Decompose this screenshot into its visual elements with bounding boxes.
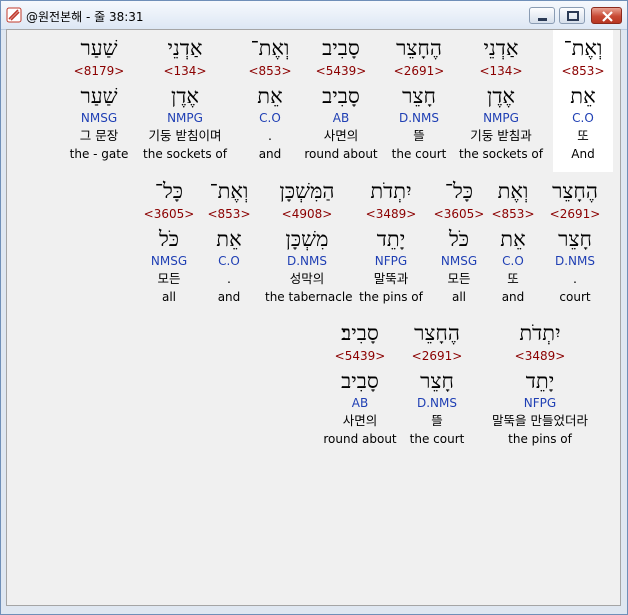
english-gloss: the - gate — [69, 147, 129, 161]
hebrew-word: יִתְדֹת — [519, 321, 561, 345]
morphology: D.NMS — [398, 111, 439, 125]
title-bar[interactable]: @원전본해 - 줄 38:31 — [1, 1, 627, 30]
korean-gloss: 사면의 — [342, 413, 378, 428]
strong-number[interactable]: <2691> — [395, 349, 479, 363]
morphology: D.NMS — [416, 396, 457, 410]
korean-gloss: 또 — [577, 128, 589, 143]
word-cell[interactable]: סָבִיב <5439> סָבִיב AB 사면의 round about — [299, 30, 383, 170]
maximize-icon — [567, 11, 579, 21]
hebrew-lemma: אֵת — [570, 84, 596, 108]
korean-gloss: 기둥 받침과 — [470, 128, 532, 143]
morphology: NFPG — [523, 396, 557, 410]
korean-gloss: 말뚝을 만들었더라 — [492, 413, 588, 428]
hebrew-lemma: חָצֵר — [420, 369, 454, 393]
english-gloss: the sockets of — [143, 147, 227, 161]
morphology: D.NMS — [554, 254, 595, 268]
close-icon — [602, 11, 613, 22]
hebrew-word: אַדְנֵי — [167, 36, 203, 60]
hebrew-word: הַמִּשְׁכָּן — [279, 179, 335, 203]
strong-number[interactable]: <8179> — [57, 64, 141, 78]
word-cell[interactable]: יִתְדֹת <3489> יָתֵד NFPG 말뚝을 만들었더라 the … — [475, 315, 605, 455]
app-window: @원전본해 - 줄 38:31 שַׁעַר <8179> שַׁעַר NMS… — [0, 0, 628, 615]
hebrew-lemma: חָצֵר — [558, 227, 592, 251]
strong-number[interactable]: <2691> — [377, 64, 461, 78]
word-cell[interactable]: שַׁעַר <8179> שַׁעַר NMSG 그 문장 the - gat… — [57, 30, 141, 170]
maximize-button[interactable] — [559, 7, 585, 24]
hebrew-word: סָבִיב — [322, 36, 360, 60]
word-cell[interactable]: אַדְנֵי <134> אֶדֶן NMPG 기둥 받침과 the sock… — [459, 30, 543, 170]
english-gloss: the pins of — [508, 432, 572, 446]
hebrew-lemma: אֶדֶן — [486, 84, 516, 108]
hebrew-word: אַדְנֵי — [483, 36, 519, 60]
hebrew-lemma: אֵת — [216, 227, 242, 251]
hebrew-lemma: אֶדֶן — [170, 84, 200, 108]
hebrew-lemma: סָבִיב — [341, 369, 379, 393]
english-gloss: the tabernacle — [265, 290, 353, 304]
english-gloss: round about — [304, 147, 378, 161]
minimize-icon — [538, 18, 547, 21]
hebrew-lemma: מִשְׁכָּן — [285, 227, 329, 251]
english-gloss: court — [559, 290, 591, 304]
hebrew-lemma: יָתֵד — [525, 369, 555, 393]
hebrew-word: הֶחָצֵר — [414, 321, 460, 345]
strong-number[interactable]: <3489> — [475, 349, 605, 363]
english-gloss: round about — [323, 432, 397, 446]
strong-number[interactable]: <853> — [187, 207, 271, 221]
english-gloss: And — [571, 147, 595, 161]
hebrew-word: סָבִיב׃ — [341, 321, 379, 345]
korean-gloss: 사면의 — [323, 128, 359, 143]
english-gloss: the sockets of — [459, 147, 543, 161]
morphology: AB — [332, 111, 350, 125]
morphology: NMPG — [167, 111, 203, 125]
morphology: AB — [351, 396, 369, 410]
word-cell[interactable]: וְאֶת־ <853> אֵת C.O . and — [187, 173, 271, 313]
hebrew-word: שַׁעַר — [80, 36, 118, 60]
word-cell[interactable]: הֶחָצֵר <2691> חָצֵר D.NMS 뜰 the court — [395, 315, 479, 455]
morphology: C.O — [572, 111, 594, 125]
hebrew-word: הֶחָצֵר — [552, 179, 598, 203]
morphology: NMSG — [80, 111, 118, 125]
word-cell[interactable]: הַמִּשְׁכָּן <4908> מִשְׁכָּן D.NMS 성막의 … — [265, 173, 353, 313]
korean-gloss: 뜰 — [431, 413, 443, 428]
hebrew-word: וְאֶת־ — [563, 36, 603, 60]
strong-number[interactable]: <134> — [459, 64, 543, 78]
korean-gloss: 뜰 — [413, 128, 425, 143]
korean-gloss: . — [573, 271, 577, 286]
korean-gloss: 기둥 받침이며 — [148, 128, 222, 143]
strong-number[interactable]: <4908> — [265, 207, 349, 221]
hebrew-lemma: שַׁעַר — [80, 84, 118, 108]
word-cell[interactable]: הֶחָצֵר <2691> חָצֵר D.NMS 뜰 the court — [377, 30, 461, 170]
app-icon — [6, 7, 22, 23]
morphology: C.O — [218, 254, 240, 268]
hebrew-lemma: סָבִיב — [322, 84, 360, 108]
morphology: D.NMS — [286, 254, 327, 268]
strong-number[interactable]: <5439> — [318, 349, 402, 363]
word-cell-selected[interactable]: וְאֶת־ <853> אֵת C.O 또 And — [553, 30, 613, 172]
english-gloss: and — [217, 290, 241, 304]
strong-number[interactable]: <2691> — [533, 207, 617, 221]
hebrew-word: הֶחָצֵר — [396, 36, 442, 60]
word-cell[interactable]: הֶחָצֵר <2691> חָצֵר D.NMS . court — [533, 173, 617, 313]
korean-gloss: 그 문장 — [79, 128, 119, 143]
hebrew-word: וְאֶת־ — [209, 179, 249, 203]
hebrew-lemma: חָצֵר — [402, 84, 436, 108]
strong-number[interactable]: <853> — [541, 64, 620, 78]
english-gloss: the court — [391, 147, 447, 161]
word-cell[interactable]: סָבִיב׃ <5439> סָבִיב AB 사면의 round about — [318, 315, 402, 455]
strong-number[interactable]: <134> — [143, 64, 227, 78]
korean-gloss: 성막의 — [289, 271, 325, 286]
interlinear-view[interactable]: שַׁעַר <8179> שַׁעַר NMSG 그 문장 the - gat… — [6, 29, 621, 606]
minimize-button[interactable] — [529, 7, 555, 24]
morphology: NMPG — [483, 111, 519, 125]
word-cell[interactable]: אַדְנֵי <134> אֶדֶן NMPG 기둥 받침이며 the soc… — [143, 30, 227, 170]
korean-gloss: . — [227, 271, 231, 286]
window-title: @원전본해 - 줄 38:31 — [26, 10, 144, 24]
english-gloss: the court — [409, 432, 465, 446]
strong-number[interactable]: <5439> — [299, 64, 383, 78]
close-button[interactable] — [591, 7, 622, 24]
